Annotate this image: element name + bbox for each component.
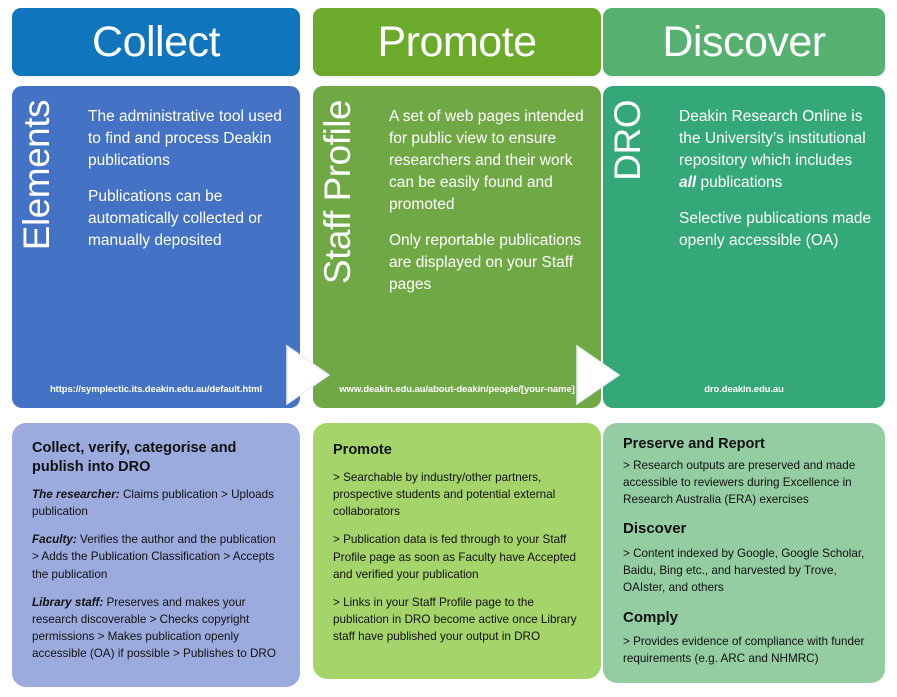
stage-panel-dro-paragraph-1-before: Deakin Research Online is the University… <box>679 108 866 169</box>
chevron-right-icon-promote-to-discover <box>575 344 621 406</box>
detail-card-promote-title: Promote <box>333 442 392 458</box>
detail-card-collect: Collect, verify, categorise and publish … <box>12 423 300 687</box>
stage-panel-elements: Elements The administrative tool used to… <box>12 86 300 408</box>
detail-card-discover-section-2-title: Discover <box>623 520 687 538</box>
detail-card-promote: Promote > Searchable by industry/other p… <box>313 423 601 679</box>
stage-panel-staff-profile: Staff Profile A set of web pages intende… <box>313 86 601 408</box>
detail-card-collect-item-2-lead: Faculty: <box>32 533 77 547</box>
stage-panel-dro-vertical-label: DRO <box>607 100 648 181</box>
stage-panel-elements-vertical-label: Elements <box>16 100 57 251</box>
detail-card-promote-item-2: > Publication data is fed through to you… <box>333 533 576 581</box>
detail-card-promote-item-1: > Searchable by industry/other partners,… <box>333 470 556 519</box>
stage-panel-dro-paragraph-1-emphasis: all <box>679 174 697 191</box>
detail-card-discover: Preserve and Report > Research outputs a… <box>603 423 885 683</box>
detail-card-discover-section-1-title: Preserve and Report <box>623 436 765 452</box>
detail-card-collect-item-3-lead: Library staff: <box>32 595 104 609</box>
detail-card-discover-section-3-text: > Provides evidence of compliance with f… <box>623 635 865 666</box>
detail-card-discover-section-2-text: > Content indexed by Google, Google Scho… <box>623 546 865 595</box>
header-banner-discover: Discover <box>603 8 885 76</box>
stage-panel-dro-paragraph-1-after: publications <box>696 174 783 191</box>
detail-card-discover-section-1-text: > Research outputs are preserved and mad… <box>623 458 856 507</box>
publication-workflow-infographic: Collect Elements The administrative tool… <box>0 0 897 697</box>
stage-panel-elements-body: The administrative tool used to find and… <box>88 106 288 252</box>
stage-panel-staff-profile-paragraph-2: Only reportable publications are display… <box>389 232 582 293</box>
detail-card-promote-item-3: > Links in your Staff Profile page to th… <box>333 596 577 644</box>
detail-card-collect-item-1-lead: The researcher: <box>32 487 120 501</box>
stage-panel-staff-profile-url[interactable]: www.deakin.edu.au/about-deakin/people/[y… <box>313 384 601 395</box>
header-banner-promote: Promote <box>313 8 601 76</box>
stage-panel-staff-profile-body: A set of web pages intended for public v… <box>389 106 589 296</box>
stage-panel-elements-url[interactable]: https://symplectic.its.deakin.edu.au/def… <box>12 384 300 395</box>
detail-card-collect-item-1: The researcher: Claims publication > Upl… <box>32 486 283 520</box>
stage-panel-elements-paragraph-1: The administrative tool used to find and… <box>88 108 282 169</box>
detail-card-collect-item-3: Library staff: Preserves and makes your … <box>32 594 283 663</box>
header-banner-collect-label: Collect <box>92 17 220 66</box>
detail-card-collect-item-2: Faculty: Verifies the author and the pub… <box>32 531 283 583</box>
column-discover: Discover DRO Deakin Research Online is t… <box>603 0 891 697</box>
stage-panel-staff-profile-vertical-label: Staff Profile <box>317 100 358 285</box>
stage-panel-elements-paragraph-2: Publications can be automatically collec… <box>88 188 263 249</box>
stage-panel-dro: DRO Deakin Research Online is the Univer… <box>603 86 885 408</box>
chevron-right-icon-collect-to-promote <box>285 344 331 406</box>
stage-panel-dro-paragraph-1: Deakin Research Online is the University… <box>679 106 873 194</box>
detail-card-collect-title: Collect, verify, categorise and publish … <box>32 440 237 475</box>
column-promote: Promote Staff Profile A set of web pages… <box>313 0 601 697</box>
stage-panel-dro-url[interactable]: dro.deakin.edu.au <box>603 384 885 395</box>
header-banner-discover-label: Discover <box>662 17 826 66</box>
header-banner-promote-label: Promote <box>377 17 537 66</box>
stage-panel-dro-body: Deakin Research Online is the University… <box>679 106 873 252</box>
header-banner-collect: Collect <box>12 8 300 76</box>
column-collect: Collect Elements The administrative tool… <box>12 0 300 697</box>
stage-panel-dro-paragraph-2: Selective publications made openly acces… <box>679 210 872 249</box>
stage-panel-staff-profile-paragraph-1: A set of web pages intended for public v… <box>389 108 584 213</box>
detail-card-discover-section-3-title: Comply <box>623 608 679 626</box>
